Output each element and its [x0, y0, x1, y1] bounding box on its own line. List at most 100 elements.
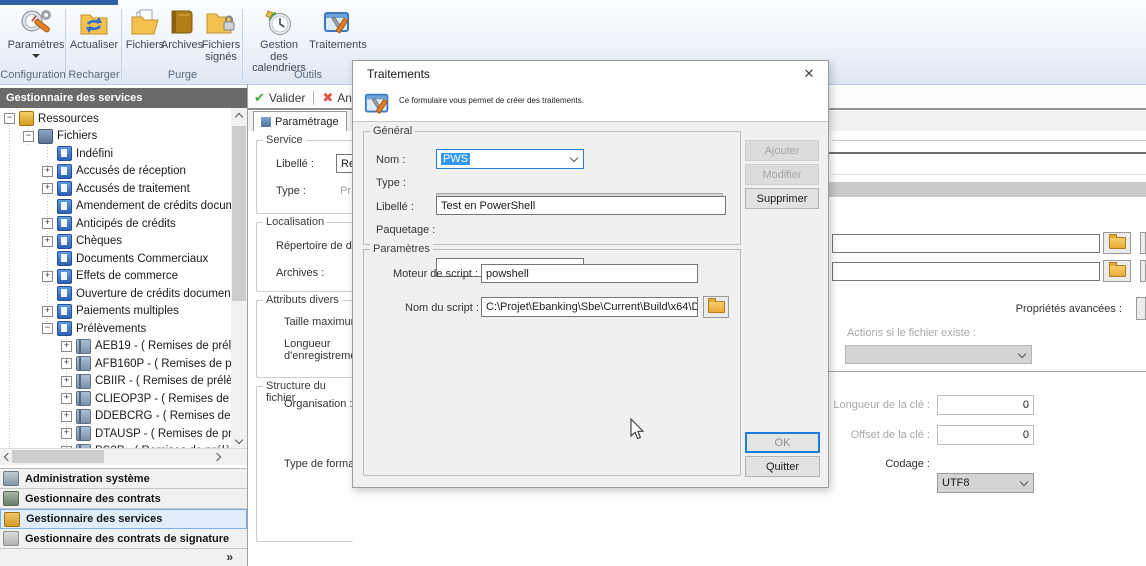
nom-combobox[interactable]: PWS [436, 149, 584, 169]
tree-item[interactable]: +Accusés de traitement [0, 180, 231, 198]
close-icon[interactable]: ✕ [800, 65, 818, 83]
repertoire-depot-input[interactable] [832, 234, 1100, 253]
scroll-down-arrow[interactable] [231, 433, 247, 448]
expand-icon[interactable]: + [42, 218, 53, 229]
quitter-button[interactable]: Quitter [745, 456, 820, 477]
tree-horizontal-scrollbar[interactable] [0, 448, 247, 465]
nav-item-contrats[interactable]: Gestionnaire des contrats [0, 489, 247, 509]
fichiers-signes-button[interactable]: Fichiers signés [201, 7, 241, 63]
script-browse-button[interactable] [703, 296, 729, 318]
moteur-script-input[interactable]: powshell [481, 264, 698, 283]
expand-icon[interactable]: + [61, 393, 72, 404]
tree-item[interactable]: +CLIEOP3P - ( Remises de prélèv [0, 390, 231, 408]
actions-fichier-existe-select[interactable] [845, 345, 1032, 364]
expand-icon[interactable]: + [61, 428, 72, 439]
tree-vertical-scrollbar[interactable] [231, 108, 247, 448]
tree-item[interactable]: −Prélèvements [0, 320, 231, 338]
tree-item[interactable]: +DTAUSP - ( Remises de prélève [0, 425, 231, 443]
traitements-button[interactable]: Traitements [307, 7, 369, 52]
folder-files-icon [128, 7, 162, 39]
tree-item[interactable]: −Amendement de crédits documen [0, 198, 231, 216]
expand-icon[interactable]: + [42, 166, 53, 177]
codage-select[interactable]: UTF8 [937, 473, 1034, 493]
expand-icon[interactable]: + [42, 306, 53, 317]
dialog-titlebar[interactable]: Traitements ✕ [353, 61, 828, 87]
doc-icon [57, 286, 72, 301]
ribbon-button-label: Traitements [309, 40, 367, 52]
vertical-scroll-thumb[interactable] [232, 126, 246, 301]
dialog-header: Ce formulaire vous permet de créer des t… [353, 87, 828, 122]
libelle-input[interactable]: Test en PowerShell [436, 196, 726, 215]
gestion-calendriers-button[interactable]: Gestion des calendriers [251, 7, 307, 75]
tree-item-label: AFB160P - ( Remises de prélèv [95, 358, 231, 370]
tab-parametrage[interactable]: Paramétrage [253, 111, 347, 131]
dialog-title: Traitements [367, 67, 430, 81]
expand-icon[interactable]: + [42, 271, 53, 282]
moteur-script-label: Moteur de script : [393, 268, 478, 280]
supprimer-button[interactable]: Supprimer [745, 188, 819, 209]
horizontal-scroll-thumb[interactable] [12, 450, 104, 463]
archives-browse-button[interactable] [1103, 260, 1131, 282]
tree-item[interactable]: +CBIIR - ( Remises de prélèvemc [0, 373, 231, 391]
service-groupbox: Service [256, 140, 353, 214]
tree-item[interactable]: +Anticipés de crédits [0, 215, 231, 233]
ribbon-group-label: Recharger [66, 69, 122, 81]
tree-item[interactable]: +Paiements multiples [0, 303, 231, 321]
tree-item[interactable]: +Chèques [0, 233, 231, 251]
ribbon-button-label: Paramètres [8, 40, 65, 52]
archives-button[interactable]: Archives [163, 7, 201, 52]
proprietes-avancees-button[interactable] [1136, 297, 1146, 320]
ajouter-button[interactable]: Ajouter [745, 140, 819, 161]
expand-icon[interactable]: + [61, 411, 72, 422]
nav-overflow-chevron[interactable]: » [226, 550, 233, 564]
tree-item[interactable]: −Indéfini [0, 145, 231, 163]
section-divider [828, 152, 1146, 154]
expand-icon[interactable]: + [61, 358, 72, 369]
collapse-icon[interactable]: − [23, 131, 34, 142]
tree-item[interactable]: +AEB19 - ( Remises de prélèvem [0, 338, 231, 356]
longueur-cle-input[interactable]: 0 [937, 395, 1034, 415]
collapse-icon[interactable]: − [4, 113, 15, 124]
server-icon [19, 111, 34, 126]
doc-icon [57, 321, 72, 336]
offset-cle-input[interactable]: 0 [937, 425, 1034, 445]
tree-item[interactable]: −Ressources [0, 110, 231, 128]
repertoire-browse-button[interactable] [1103, 232, 1131, 254]
tree-item[interactable]: + AFB160P - ( Remises de prélèv [0, 355, 231, 373]
mouse-cursor [630, 418, 646, 442]
scroll-right-arrow[interactable] [212, 449, 225, 464]
nom-script-input[interactable]: C:\Projet\Ebanking\Sbe\Current\Build\x64… [481, 297, 698, 317]
valider-button[interactable]: ✔ Valider [254, 90, 305, 106]
tree-item[interactable]: +Accusés de réception [0, 163, 231, 181]
parametres-button[interactable]: Paramètres [8, 7, 64, 58]
expand-icon[interactable]: + [42, 183, 53, 194]
tree-item[interactable]: + DDEBCRG - ( Remises de prélè [0, 408, 231, 426]
expand-icon[interactable]: + [61, 376, 72, 387]
tree-item-label: DDEBCRG - ( Remises de prélè [95, 410, 231, 422]
fichiers-button[interactable]: Fichiers [126, 7, 164, 52]
doc-icon [57, 216, 72, 231]
tree-item[interactable]: −Documents Commerciaux [0, 250, 231, 268]
archives-input[interactable] [832, 262, 1100, 281]
localisation-groupbox: Localisation [256, 222, 353, 292]
collapse-icon[interactable]: − [42, 323, 53, 334]
attributs-group-label: Attributs divers [263, 294, 342, 306]
ribbon-button-label: Archives [161, 40, 203, 52]
tree-item[interactable]: +Effets de commerce [0, 268, 231, 286]
expand-icon[interactable]: + [61, 341, 72, 352]
nav-item-admin[interactable]: Administration système [0, 469, 247, 489]
contrats-icon [3, 491, 19, 506]
modifier-button[interactable]: Modifier [745, 164, 819, 185]
nav-item-services[interactable]: Gestionnaire des services [0, 509, 247, 529]
actualiser-button[interactable]: Actualiser [69, 7, 119, 52]
archives-extra-button[interactable] [1140, 260, 1146, 282]
nav-item-signature[interactable]: Gestionnaire des contrats de signature [0, 529, 247, 549]
scroll-up-arrow[interactable] [231, 108, 247, 123]
expand-icon[interactable]: + [42, 236, 53, 247]
nav-item-label: Gestionnaire des contrats de signature [25, 533, 229, 545]
tree-item[interactable]: −Fichiers [0, 128, 231, 146]
ok-button[interactable]: OK [745, 432, 820, 453]
tree-item[interactable]: −Ouverture de crédits documentair [0, 285, 231, 303]
window-tools-icon [362, 89, 394, 119]
repertoire-extra-button[interactable] [1140, 232, 1146, 254]
